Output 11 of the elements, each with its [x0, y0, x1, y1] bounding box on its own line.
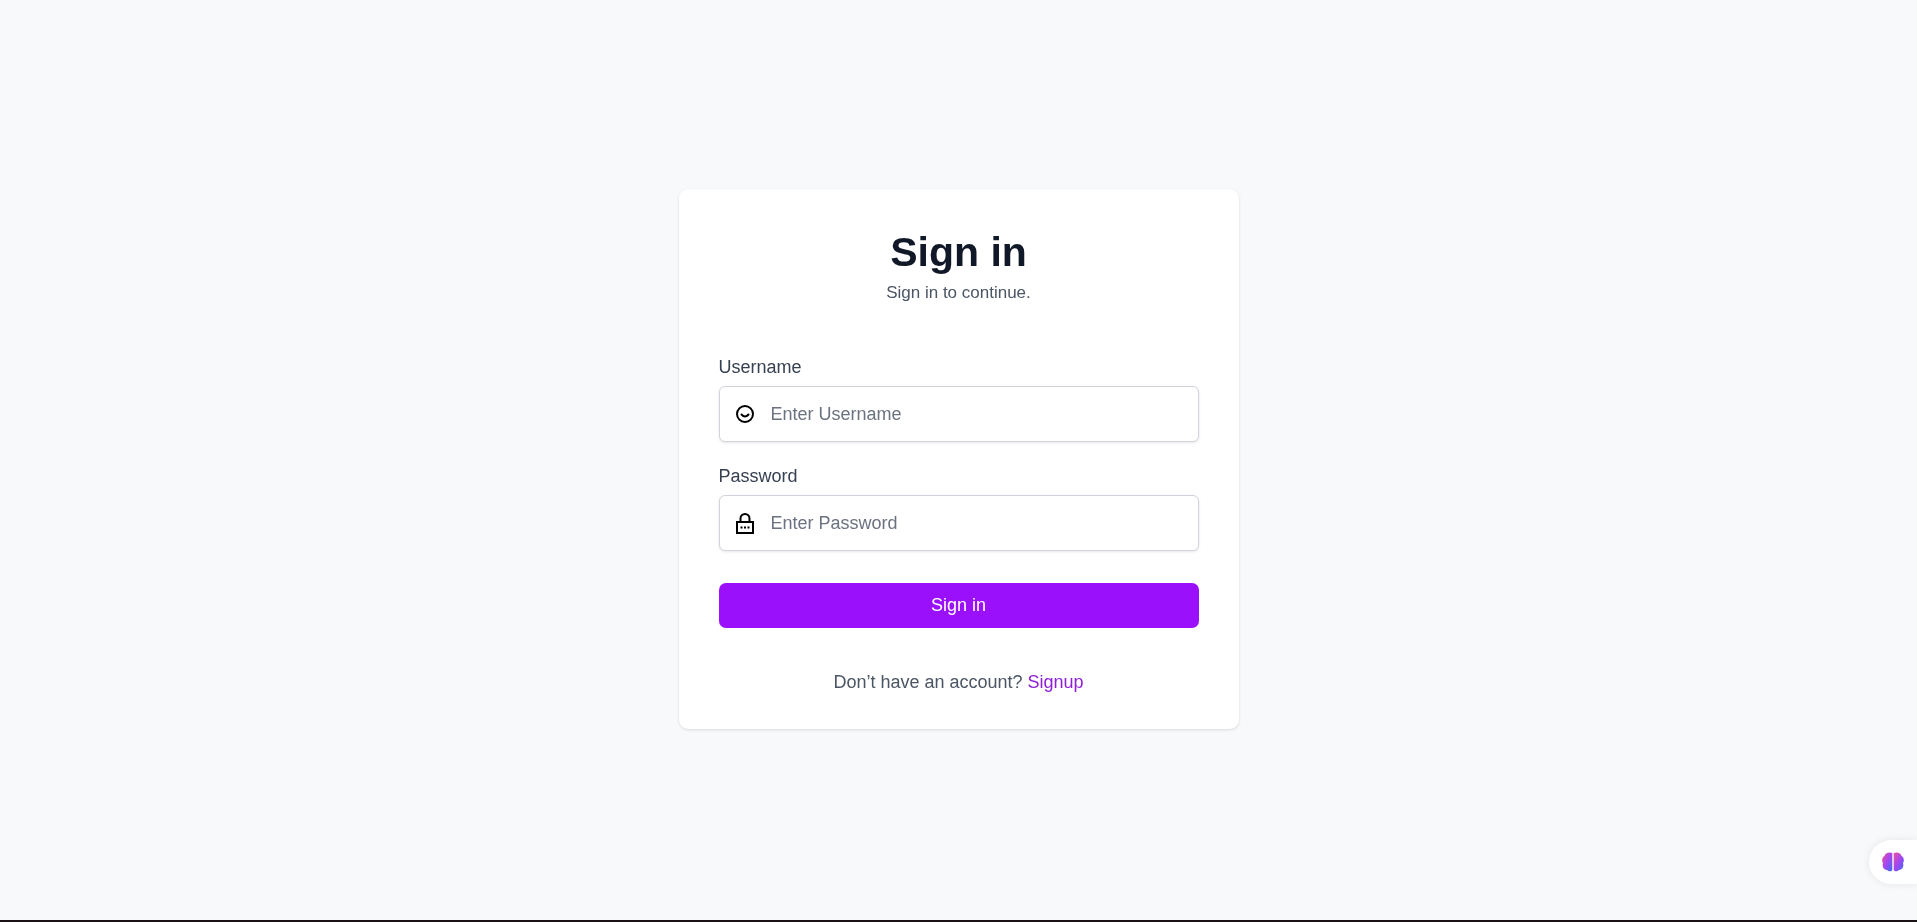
card-subtitle: Sign in to continue.	[886, 283, 1031, 303]
signup-prompt: Don’t have an account?	[833, 672, 1023, 693]
brain-icon	[1881, 851, 1905, 873]
username-field[interactable]: Enter Username	[718, 386, 1199, 442]
signup-link[interactable]: Signup	[1027, 672, 1084, 693]
field-label: Username	[718, 357, 803, 378]
sign-in-button[interactable]: Sign in	[718, 583, 1199, 628]
assistant-button[interactable]	[1869, 840, 1917, 884]
password-field[interactable]: Enter Password	[718, 495, 1199, 551]
card-title: Sign in	[890, 228, 1027, 277]
field-label: Password	[718, 466, 799, 487]
